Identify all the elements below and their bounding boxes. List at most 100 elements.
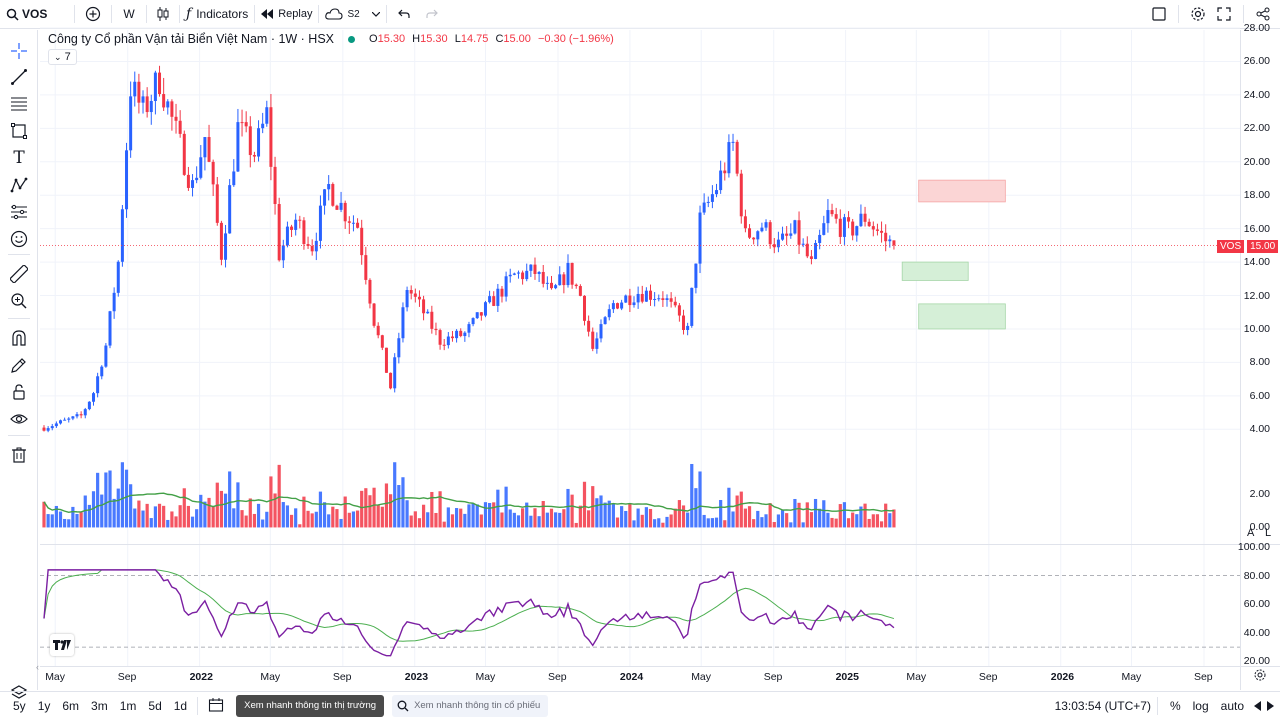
volume-bar: [186, 505, 191, 528]
goto-date-button[interactable]: [208, 697, 224, 716]
candle-body: [657, 298, 661, 300]
volume-bar: [413, 511, 417, 528]
time-tick-label: 2024: [619, 671, 644, 683]
scroll-arrows[interactable]: [1254, 701, 1274, 711]
volume-bar: [892, 509, 896, 528]
volume-bar: [157, 503, 162, 528]
volume-bar: [63, 518, 67, 528]
volume-bar: [384, 483, 389, 528]
volume-bar: [446, 507, 450, 528]
price-tick-label: 22.00: [1243, 122, 1270, 135]
candle-body: [178, 120, 182, 134]
time-axis-settings-button[interactable]: [1253, 668, 1267, 687]
red-zone[interactable]: [918, 179, 1006, 203]
range-1m-button[interactable]: 1m: [120, 699, 137, 713]
volume-bar: [339, 518, 343, 528]
candle-body: [554, 285, 558, 289]
candle-body: [789, 233, 793, 236]
volume-bar: [397, 485, 401, 528]
candle-body: [228, 185, 232, 234]
candle-body: [512, 273, 516, 275]
candle-body: [335, 205, 339, 210]
candle-body: [549, 282, 553, 289]
candle-body: [215, 184, 219, 223]
volume-bar: [314, 511, 318, 528]
volume-bar: [830, 517, 834, 528]
candle-body: [871, 226, 875, 230]
candle-body: [611, 303, 615, 310]
candle-body: [842, 217, 846, 237]
volume-bar: [496, 489, 500, 528]
range-6m-button[interactable]: 6m: [62, 699, 79, 713]
candle-body: [79, 414, 83, 416]
volume-bar: [628, 503, 632, 528]
price-chart[interactable]: [0, 0, 1280, 720]
tradingview-logo[interactable]: [50, 634, 74, 656]
stock-lookup-input[interactable]: Xem nhanh thông tin cổ phiếu: [392, 695, 549, 717]
candle-body: [129, 96, 133, 151]
volume-bar: [190, 516, 195, 528]
volume-bar: [87, 504, 91, 528]
range-5y-button[interactable]: 5y: [13, 699, 26, 713]
volume-bar: [636, 508, 640, 528]
candle-body: [199, 157, 203, 178]
auto-toggle[interactable]: auto: [1221, 699, 1244, 713]
candle-body: [723, 170, 727, 174]
volume-bar: [133, 508, 137, 528]
green-zone[interactable]: [901, 261, 969, 281]
candle-body: [797, 220, 801, 245]
divider: [197, 697, 199, 715]
volume-bar: [426, 512, 430, 528]
volume-bar: [809, 512, 814, 528]
volume-bar: [141, 510, 145, 528]
range-1y-button[interactable]: 1y: [38, 699, 51, 713]
candle-body: [888, 239, 892, 242]
volume-bar: [294, 508, 298, 528]
candle-body: [75, 414, 79, 417]
percent-toggle[interactable]: %: [1170, 699, 1181, 713]
candle-body: [42, 427, 46, 431]
volume-bar: [75, 513, 79, 528]
volume-bar: [475, 504, 479, 528]
volume-bar: [719, 499, 723, 528]
candle-body: [401, 307, 405, 339]
auto-scale-button[interactable]: A: [1247, 527, 1254, 539]
last-price-symbol: VOS: [1217, 240, 1245, 253]
scroll-left-handle[interactable]: ‹: [36, 662, 39, 672]
candle-body: [809, 256, 813, 259]
legend-title[interactable]: Công ty Cổ phần Vận tải Biển Việt Nam · …: [48, 32, 334, 46]
green-zone[interactable]: [918, 303, 1006, 330]
candle-body: [343, 202, 347, 222]
log-toggle[interactable]: log: [1193, 699, 1209, 713]
volume-bar: [500, 512, 504, 528]
range-5d-button[interactable]: 5d: [148, 699, 161, 713]
candle-body: [636, 293, 640, 303]
timezone-clock[interactable]: 13:03:54 (UTC+7): [1055, 699, 1151, 713]
volume-bar: [471, 503, 475, 528]
volume-bar: [203, 501, 207, 528]
volume-bar: [318, 491, 323, 528]
time-tick-label: May: [475, 671, 496, 683]
volume-bar: [322, 502, 327, 528]
range-3m-button[interactable]: 3m: [91, 699, 108, 713]
market-overview-button[interactable]: Xem nhanh thông tin thị trường: [236, 695, 385, 717]
candle-body: [281, 245, 285, 261]
candle-body: [525, 270, 529, 280]
range-1d-button[interactable]: 1d: [174, 699, 187, 713]
candle-body: [422, 299, 426, 314]
volume-bar: [380, 506, 384, 528]
volume-bar: [42, 501, 46, 528]
volume-bar: [846, 518, 851, 528]
volume-bar: [644, 507, 648, 528]
candle-body: [830, 210, 834, 215]
candle-body: [669, 298, 673, 302]
volume-bar: [368, 495, 372, 528]
candle-body: [545, 282, 549, 284]
volume-bar: [228, 471, 232, 528]
volume-bar: [174, 516, 178, 528]
candle-body: [574, 284, 578, 287]
indicators-collapse-button[interactable]: ⌄ 7: [48, 49, 77, 65]
log-scale-button[interactable]: L: [1265, 527, 1271, 539]
candle-body: [673, 301, 677, 306]
candle-body: [455, 330, 459, 339]
